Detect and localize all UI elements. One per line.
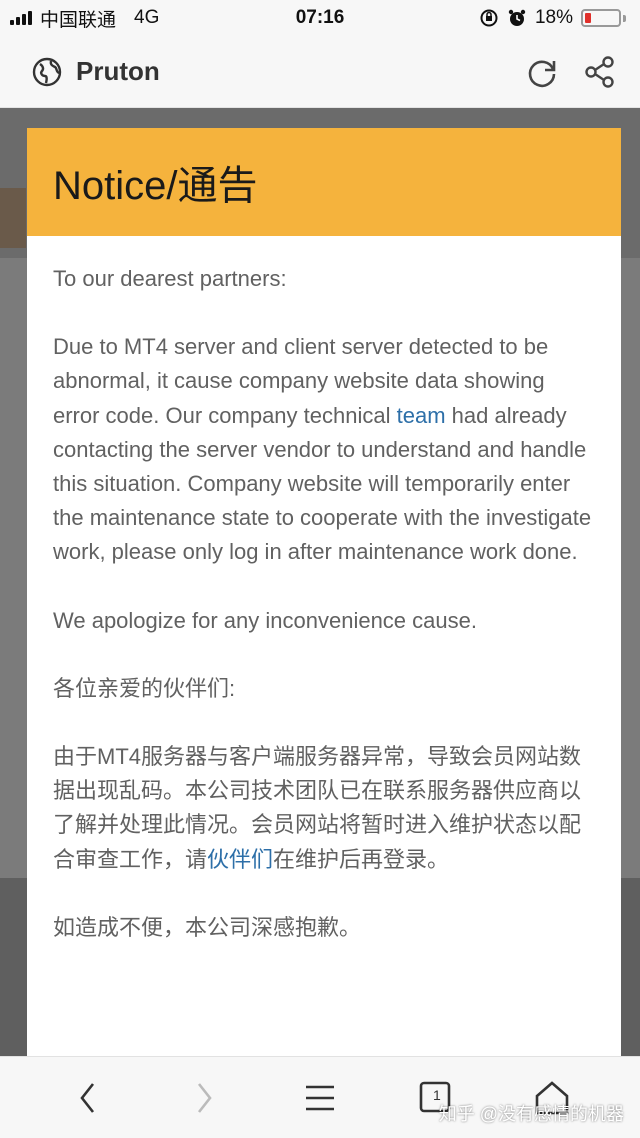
notice-modal: Notice/通告 To our dearest partners: Due t…: [27, 128, 621, 1058]
share-icon: [585, 55, 614, 88]
carrier-name: 中国联通: [40, 9, 117, 31]
refresh-icon: [528, 60, 556, 87]
forward-icon: [197, 1082, 212, 1113]
site-title: Pruton: [76, 56, 160, 86]
battery-icon: [581, 9, 626, 27]
partners-link[interactable]: 伙伴们: [207, 847, 273, 872]
rotation-lock-icon: [479, 8, 499, 28]
apology-cn: 如造成不便，本公司深感抱歉。: [53, 914, 362, 940]
status-bar: 中国联通 4G 07:16 18%: [0, 0, 640, 36]
status-left: 中国联通 4G: [10, 5, 159, 32]
notice-header: Notice/通告: [27, 128, 621, 236]
forward-button[interactable]: [174, 1068, 234, 1128]
signal-icon: [10, 11, 32, 25]
globe-icon: [32, 57, 62, 87]
share-button[interactable]: [580, 52, 620, 92]
body-cn: 由于MT4服务器与客户端服务器异常，导致会员网站数据出现乱码。本公司技术团队已在…: [53, 744, 582, 872]
menu-icon: [306, 1085, 334, 1110]
body-en: Due to MT4 server and client server dete…: [53, 334, 592, 565]
team-link[interactable]: team: [397, 403, 446, 428]
alarm-icon: [507, 8, 527, 28]
notice-body: To our dearest partners: Due to MT4 serv…: [27, 236, 621, 945]
menu-button[interactable]: [290, 1068, 350, 1128]
watermark: 知乎 @没有感情的机器: [438, 1104, 624, 1124]
apology-en: We apologize for any inconvenience cause…: [53, 607, 477, 633]
greeting-cn: 各位亲爱的伙伴们:: [53, 675, 236, 701]
greeting-en: To our dearest partners:: [53, 266, 287, 291]
battery-percent: 18%: [534, 7, 573, 28]
back-icon: [80, 1082, 95, 1113]
browser-header: Pruton: [0, 36, 640, 108]
notice-title: Notice/通告: [53, 164, 258, 208]
refresh-button[interactable]: [522, 52, 562, 92]
status-right: 18%: [479, 7, 626, 29]
back-button[interactable]: [58, 1068, 118, 1128]
network-type: 4G: [134, 7, 160, 28]
